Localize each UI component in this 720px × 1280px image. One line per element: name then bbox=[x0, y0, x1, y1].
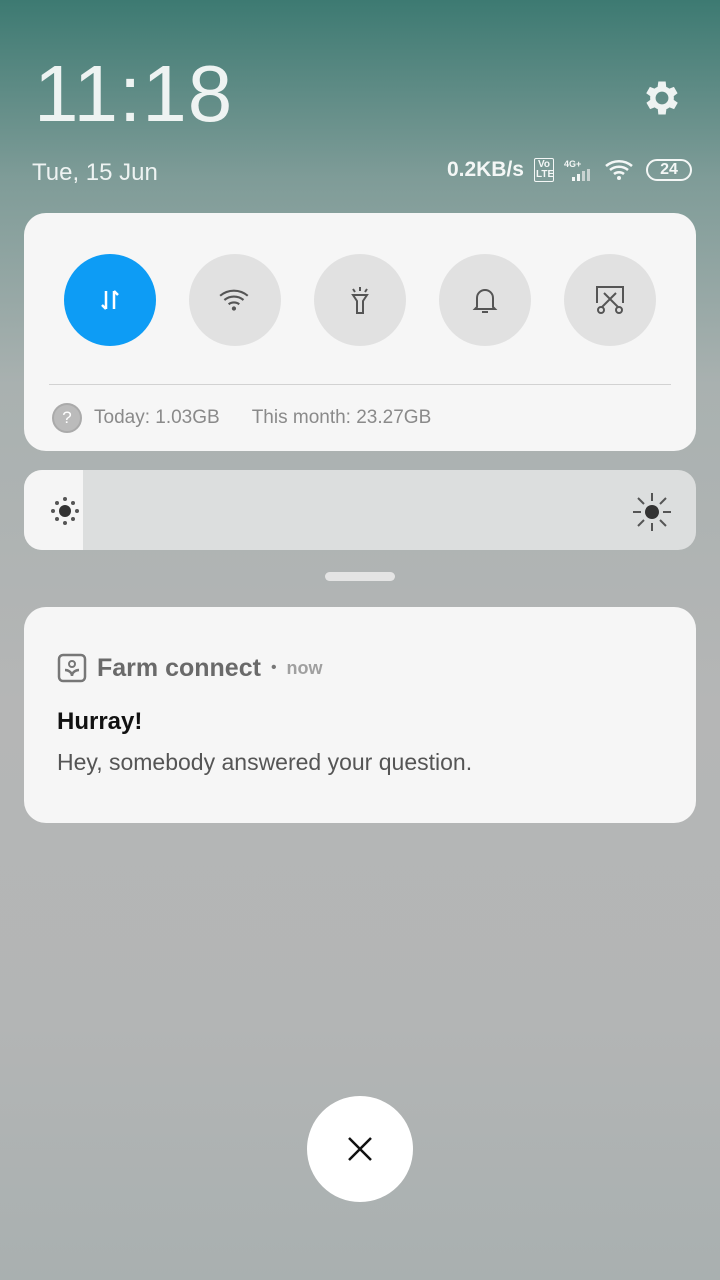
scissors-screenshot-icon bbox=[596, 286, 624, 314]
clear-all-button[interactable] bbox=[307, 1096, 413, 1202]
wifi-toggle[interactable] bbox=[189, 254, 281, 346]
flashlight-icon bbox=[351, 287, 369, 314]
brightness-low-icon bbox=[51, 497, 79, 525]
notification-card[interactable]: Farm connect • now Hurray! Hey, somebody… bbox=[24, 607, 696, 823]
wifi-icon bbox=[605, 159, 633, 180]
usage-month: This month: 23.27GB bbox=[251, 407, 432, 428]
flashlight-toggle[interactable] bbox=[314, 254, 406, 346]
notification-title: Hurray! bbox=[57, 708, 143, 735]
app-name: Farm connect bbox=[97, 653, 261, 682]
status-bar: 0.2KB/s Vo LTE 4G+ 24 bbox=[447, 158, 692, 182]
brightness-high-icon bbox=[633, 493, 671, 531]
settings-gear-icon[interactable] bbox=[640, 76, 684, 120]
notification-time: now bbox=[286, 657, 323, 678]
usage-today: Today: 1.03GB bbox=[94, 407, 220, 428]
signal-icon: 4G+ bbox=[564, 159, 594, 181]
mobile-data-toggle[interactable] bbox=[64, 254, 156, 346]
notification-body: Hey, somebody answered your question. bbox=[57, 749, 473, 775]
clock[interactable]: 11:18 bbox=[34, 48, 233, 140]
data-usage[interactable]: ? Today: 1.03GB This month: 23.27GB bbox=[52, 403, 431, 433]
farm-connect-app-icon bbox=[57, 653, 87, 683]
screenshot-toggle[interactable] bbox=[564, 254, 656, 346]
network-speed: 0.2KB/s bbox=[446, 158, 524, 181]
separator-dot: • bbox=[270, 659, 277, 676]
brightness-slider[interactable] bbox=[24, 470, 696, 550]
date[interactable]: Tue, 15 Jun bbox=[32, 159, 158, 187]
sound-toggle[interactable] bbox=[439, 254, 531, 346]
battery-indicator: 24 bbox=[646, 159, 692, 181]
quick-settings-panel: ? Today: 1.03GB This month: 23.27GB bbox=[24, 213, 696, 451]
bell-icon bbox=[472, 289, 498, 313]
network-type: 4G+ bbox=[564, 159, 582, 169]
data-arrows-icon bbox=[101, 290, 119, 310]
wifi-icon bbox=[219, 289, 249, 311]
volte-icon: Vo LTE bbox=[534, 158, 555, 182]
close-icon bbox=[348, 1137, 372, 1161]
drag-handle[interactable] bbox=[325, 572, 395, 581]
divider bbox=[49, 384, 671, 385]
notification-header: Farm connect • now bbox=[57, 653, 323, 683]
help-icon: ? bbox=[52, 403, 82, 433]
